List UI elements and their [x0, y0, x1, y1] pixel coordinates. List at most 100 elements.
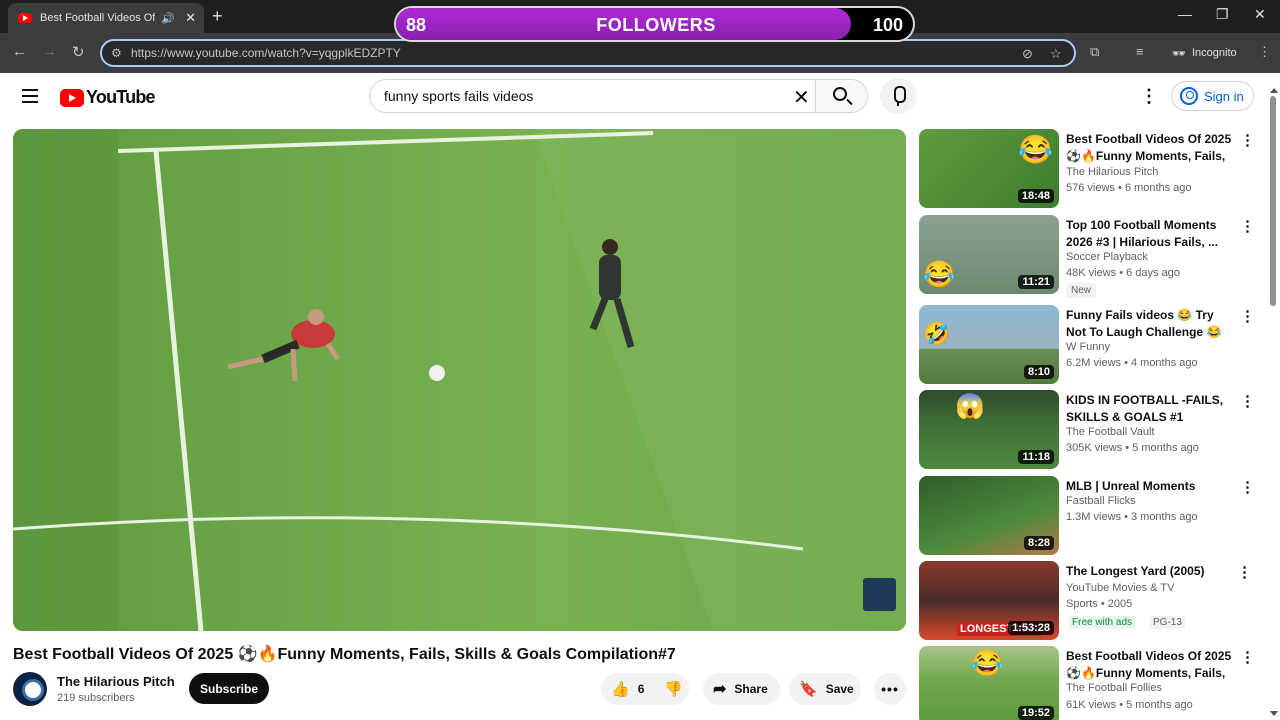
eye-off-icon[interactable]: ⊘	[1022, 46, 1033, 62]
rec-title[interactable]: MLB | Unreal Moments	[1066, 478, 1232, 495]
scroll-up-arrow-icon[interactable]	[1270, 88, 1278, 93]
rec-menu-icon[interactable]: ⋮	[1237, 563, 1252, 581]
rec-duration: 8:10	[1023, 365, 1054, 379]
rec-thumbnail[interactable]: 😂 19:52	[919, 646, 1059, 720]
rec-meta: 61K views • 5 months ago	[1066, 699, 1193, 711]
rec-duration: 11:21	[1018, 275, 1054, 289]
rec-meta: 48K views • 6 days ago	[1066, 267, 1180, 279]
rec-channel[interactable]: The Football Follies	[1066, 682, 1162, 694]
scroll-down-arrow-icon[interactable]	[1270, 711, 1278, 716]
incognito-icon: 🕶	[1172, 47, 1186, 60]
guide-menu-icon[interactable]	[22, 89, 38, 103]
rec-thumbnail[interactable]: 😱 11:18	[919, 390, 1059, 469]
new-tab-button[interactable]: +	[212, 6, 223, 27]
rec-title[interactable]: KIDS IN FOOTBALL -FAILS, SKILLS & GOALS …	[1066, 392, 1232, 426]
followers-label: FOLLOWERS	[596, 15, 716, 35]
rec-thumbnail[interactable]: 8:28	[919, 476, 1059, 555]
subscribe-button[interactable]: Subscribe	[189, 673, 269, 704]
sign-in-label: Sign in	[1204, 88, 1244, 104]
rec-thumbnail[interactable]: 😂 18:48	[919, 129, 1059, 208]
restore-button[interactable]: ❐	[1216, 6, 1229, 23]
sign-in-button[interactable]: Sign in	[1171, 81, 1254, 111]
followers-goal-overlay: 88 FOLLOWERS 100	[394, 6, 915, 42]
more-actions-button[interactable]: •••	[874, 673, 906, 705]
rec-thumbnail[interactable]: 😂 11:21	[919, 215, 1059, 294]
rec-title[interactable]: Top 100 Football Moments 2026 #3 | Hilar…	[1066, 217, 1232, 251]
rec-title[interactable]: The Longest Yard (2005)	[1066, 563, 1232, 580]
share-label: Share	[734, 682, 768, 696]
browser-menu-icon[interactable]: ⋮	[1258, 44, 1271, 60]
search-button[interactable]	[815, 80, 867, 112]
rec-menu-icon[interactable]: ⋮	[1240, 478, 1255, 496]
rec-thumbnail[interactable]: 🤣 8:10	[919, 305, 1059, 384]
rec-channel[interactable]: YouTube Movies & TV	[1066, 582, 1174, 594]
user-icon	[1180, 87, 1198, 105]
incognito-label: Incognito	[1191, 47, 1237, 59]
rec-meta: 6.2M views • 4 months ago	[1066, 357, 1198, 369]
youtube-wordmark: YouTube	[86, 87, 156, 107]
speaker-icon[interactable]: 🔊	[161, 12, 175, 25]
free-with-ads-badge: Free with ads	[1069, 616, 1136, 629]
share-button[interactable]: ➦ Share	[703, 673, 780, 705]
subscriber-count: 219 subscribers	[57, 692, 135, 704]
minimize-button[interactable]: —	[1178, 6, 1192, 22]
forward-button[interactable]: →	[42, 43, 57, 60]
reading-list-icon[interactable]: ≡	[1136, 44, 1144, 59]
rec-menu-icon[interactable]: ⋮	[1240, 307, 1255, 325]
channel-avatar[interactable]	[13, 672, 47, 706]
video-player[interactable]	[13, 129, 906, 631]
reload-button[interactable]: ↻	[72, 43, 85, 61]
site-info-icon[interactable]: ⚙	[111, 46, 122, 60]
rec-menu-icon[interactable]: ⋮	[1240, 392, 1255, 410]
rec-channel[interactable]: The Hilarious Pitch	[1066, 166, 1158, 178]
rec-channel[interactable]: The Football Vault	[1066, 426, 1154, 438]
clear-search-icon[interactable]: ✕	[793, 85, 810, 110]
dislike-button[interactable]: 👎	[654, 673, 693, 705]
bookmark-star-icon[interactable]: ☆	[1050, 46, 1062, 62]
youtube-logo[interactable]: YouTube	[60, 87, 156, 108]
search-input[interactable]: funny sports fails videos	[384, 88, 533, 104]
rec-meta: 576 views • 6 months ago	[1066, 182, 1192, 194]
channel-watermark-icon[interactable]	[863, 578, 896, 611]
football	[429, 365, 445, 381]
voice-search-icon[interactable]	[880, 78, 916, 114]
shocked-emoji-icon: 😱	[955, 393, 985, 420]
tab-close-icon[interactable]: ✕	[185, 10, 196, 26]
save-button[interactable]: 🔖 Save	[789, 673, 861, 705]
close-window-button[interactable]: ✕	[1254, 6, 1266, 23]
bookmark-icon: 🔖	[799, 681, 818, 698]
rating-badge: PG-13	[1150, 616, 1185, 629]
rec-duration: 19:52	[1017, 706, 1054, 720]
incognito-indicator[interactable]: 🕶 Incognito	[1166, 41, 1244, 65]
laughing-emoji-icon: 😂	[1018, 134, 1053, 165]
search-box[interactable]: funny sports fails videos ✕	[369, 79, 868, 113]
rec-menu-icon[interactable]: ⋮	[1240, 131, 1255, 149]
thumbs-down-icon: 👎	[664, 681, 684, 698]
scrollbar-thumb[interactable]	[1270, 96, 1276, 306]
rec-thumbnail[interactable]: LONGEST YAR 1:53:28	[919, 561, 1059, 640]
followers-goal: 100	[872, 15, 903, 35]
youtube-play-icon	[60, 88, 84, 107]
rec-duration: 8:28	[1023, 536, 1054, 550]
rec-title[interactable]: Funny Fails videos 😂 Try Not To Laugh Ch…	[1066, 307, 1232, 341]
url-text[interactable]: https://www.youtube.com/watch?v=yqgplkED…	[131, 46, 401, 60]
address-bar[interactable]: ⚙ https://www.youtube.com/watch?v=yqgplk…	[100, 39, 1076, 67]
thumbs-up-icon: 👍	[611, 681, 630, 698]
rec-menu-icon[interactable]: ⋮	[1240, 648, 1255, 666]
tab-title: Best Football Videos Of 2025	[40, 12, 156, 24]
page-scrollbar[interactable]	[1268, 88, 1278, 716]
channel-name[interactable]: The Hilarious Pitch	[57, 674, 175, 689]
settings-menu-icon[interactable]: ⋮	[1140, 86, 1158, 107]
back-button[interactable]: ←	[12, 43, 27, 60]
like-button[interactable]: 👍 6	[601, 673, 654, 705]
rec-menu-icon[interactable]: ⋮	[1240, 217, 1255, 235]
rec-channel[interactable]: Fastball Flicks	[1066, 495, 1136, 507]
lens-icon[interactable]: ⧉	[1090, 44, 1099, 60]
rec-channel[interactable]: Soccer Playback	[1066, 251, 1148, 263]
laughing-emoji-icon: 😂	[923, 259, 956, 289]
browser-tab[interactable]: Best Football Videos Of 2025 🔊 ✕	[8, 3, 204, 33]
video-frame	[13, 129, 906, 631]
rec-channel[interactable]: W Funny	[1066, 341, 1110, 353]
rec-title[interactable]: Best Football Videos Of 2025 ⚽🔥Funny Mom…	[1066, 648, 1232, 682]
rec-title[interactable]: Best Football Videos Of 2025 ⚽🔥Funny Mom…	[1066, 131, 1232, 165]
